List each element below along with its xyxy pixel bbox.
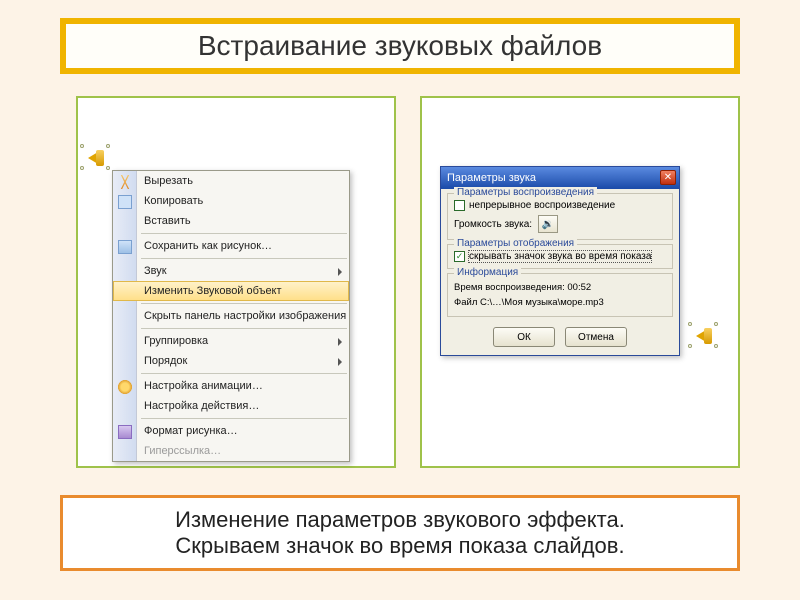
speaker-icon: 🔉 (542, 219, 554, 230)
menu-edit-sound-object[interactable]: Изменить Звуковой объект (113, 281, 349, 301)
caption-line: Скрываем значок во время показа слайдов. (175, 533, 624, 559)
info-file: Файл C:\…\Моя музыка\море.mp3 (454, 295, 666, 310)
menu-label: Вставить (144, 215, 191, 227)
checkbox-label: непрерывное воспроизведение (469, 200, 615, 211)
copy-icon (118, 195, 132, 209)
menu-save-as-picture[interactable]: Сохранить как рисунок… (113, 236, 349, 256)
menu-label: Копировать (144, 195, 203, 207)
close-button[interactable]: ✕ (660, 170, 676, 185)
submenu-arrow-icon (338, 338, 342, 346)
animation-icon (118, 380, 132, 394)
checkbox-loop[interactable]: непрерывное воспроизведение (454, 200, 666, 211)
menu-separator (141, 418, 347, 419)
menu-label: Звук (144, 265, 167, 277)
dialog-titlebar[interactable]: Параметры звука ✕ (441, 167, 679, 189)
page-title: Встраивание звуковых файлов (198, 30, 602, 62)
context-menu: Вырезать Копировать Вставить Сохранить к… (112, 170, 350, 462)
menu-label: Скрыть панель настройки изображения (144, 310, 346, 322)
menu-custom-animation[interactable]: Настройка анимации… (113, 376, 349, 396)
menu-order[interactable]: Порядок (113, 351, 349, 371)
menu-hide-image-toolbar[interactable]: Скрыть панель настройки изображения (113, 306, 349, 326)
submenu-arrow-icon (338, 268, 342, 276)
info-duration: Время воспроизведения: 00:52 (454, 280, 666, 295)
save-icon (118, 240, 132, 254)
dialog-title: Параметры звука (447, 172, 536, 184)
dialog-button-row: ОК Отмена (441, 321, 679, 355)
menu-label: Настройка анимации… (144, 380, 263, 392)
checkbox-icon (454, 200, 465, 211)
left-slide-panel: Вырезать Копировать Вставить Сохранить к… (76, 96, 396, 468)
caption-line: Изменение параметров звукового эффекта. (175, 507, 625, 533)
title-box: Встраивание звуковых файлов (60, 18, 740, 74)
right-slide-panel: Параметры звука ✕ Параметры воспроизведе… (420, 96, 740, 468)
checkbox-label: скрывать значок звука во время показа (469, 251, 651, 262)
group-label: Информация (454, 267, 521, 278)
menu-label: Вырезать (144, 175, 193, 187)
menu-label: Группировка (144, 335, 208, 347)
format-icon (118, 425, 132, 439)
menu-hyperlink: Гиперссылка… (113, 441, 349, 461)
volume-button[interactable]: 🔉 (538, 215, 558, 233)
sound-options-dialog: Параметры звука ✕ Параметры воспроизведе… (440, 166, 680, 356)
checkbox-hide-icon[interactable]: ✓ скрывать значок звука во время показа (454, 251, 666, 262)
menu-sound[interactable]: Звук (113, 261, 349, 281)
menu-copy[interactable]: Копировать (113, 191, 349, 211)
menu-action-settings[interactable]: Настройка действия… (113, 396, 349, 416)
volume-row: Громкость звука: 🔉 (454, 215, 666, 233)
menu-separator (141, 258, 347, 259)
menu-label: Порядок (144, 355, 187, 367)
menu-paste[interactable]: Вставить (113, 211, 349, 231)
menu-label: Сохранить как рисунок… (144, 240, 272, 252)
submenu-arrow-icon (338, 358, 342, 366)
menu-cut[interactable]: Вырезать (113, 171, 349, 191)
menu-label: Гиперссылка… (144, 445, 221, 457)
group-display: Параметры отображения ✓ скрывать значок … (447, 244, 673, 269)
menu-separator (141, 373, 347, 374)
cancel-button[interactable]: Отмена (565, 327, 627, 347)
menu-separator (141, 233, 347, 234)
menu-group[interactable]: Группировка (113, 331, 349, 351)
sound-clip-icon[interactable] (86, 148, 114, 170)
group-label: Параметры воспроизведения (454, 187, 597, 198)
menu-label: Формат рисунка… (144, 425, 238, 437)
group-label: Параметры отображения (454, 238, 577, 249)
menu-separator (141, 303, 347, 304)
sound-clip-icon[interactable] (694, 326, 722, 348)
menu-separator (141, 328, 347, 329)
caption-box: Изменение параметров звукового эффекта. … (60, 495, 740, 571)
checkbox-icon: ✓ (454, 251, 465, 262)
group-playback: Параметры воспроизведения непрерывное во… (447, 193, 673, 240)
cut-icon (118, 175, 132, 189)
menu-label: Изменить Звуковой объект (144, 285, 282, 297)
menu-format-picture[interactable]: Формат рисунка… (113, 421, 349, 441)
group-info: Информация Время воспроизведения: 00:52 … (447, 273, 673, 317)
menu-label: Настройка действия… (144, 400, 259, 412)
volume-label: Громкость звука: (454, 219, 532, 230)
ok-button[interactable]: ОК (493, 327, 555, 347)
